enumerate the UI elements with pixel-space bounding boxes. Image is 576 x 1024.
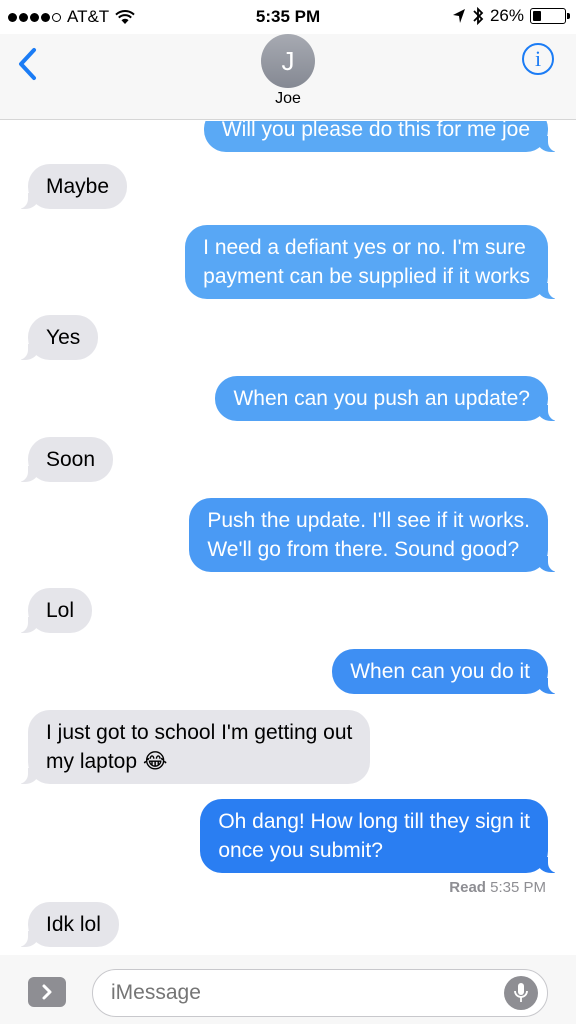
contact-name[interactable]: Joe [0,90,576,108]
microphone-icon [514,983,528,1002]
read-label: Read [449,879,486,896]
location-icon [452,9,465,23]
message-text: Will you please do this for me joe [221,121,530,141]
battery-icon [530,8,570,24]
message-text: When can you do it [350,660,530,683]
microphone-button[interactable] [504,976,538,1010]
message-bubble-incoming[interactable]: I just got to school I'm getting out my … [15,710,371,784]
status-bar: AT&T 5:35 PM 26% [0,0,576,34]
message-text: We'll go from there. Sound good? [207,538,520,561]
message-input[interactable] [92,969,548,1017]
apps-button[interactable] [28,977,66,1007]
message-bubble-outgoing[interactable]: I need a defiant yes or no. I'm sure pay… [185,225,560,299]
message-list[interactable]: Will you please do this for me joe Maybe… [0,121,576,955]
contact-avatar[interactable]: J [261,34,315,88]
message-text: I need a defiant yes or no. I'm sure [203,236,526,259]
message-text: Idk lol [46,913,101,936]
message-text: Soon [46,448,96,471]
status-right: 26% [452,6,570,26]
message-text: Lol [46,599,75,622]
message-bubble-incoming[interactable]: Yes [15,315,99,360]
message-bubble-outgoing[interactable]: Will you please do this for me joe [203,121,561,152]
message-text: payment can be supplied if it works [203,265,530,288]
message-text: my laptop 😂 [46,750,168,773]
bluetooth-icon [473,6,484,26]
battery-fill [533,11,541,21]
read-receipt: Read 5:35 PM [449,879,546,896]
conversation-header: J Joe i [0,34,576,120]
message-text: Oh dang! How long till they sign it [218,810,530,833]
message-text: Maybe [46,175,110,198]
message-bubble-incoming[interactable]: Idk lol [16,902,119,947]
chevron-left-icon [19,48,36,80]
message-bubble-incoming[interactable]: Lol [15,588,93,633]
message-text: Push the update. I'll see if it works. [207,509,530,532]
avatar-initial: J [281,45,295,76]
info-icon: i [534,46,542,71]
message-text: Yes [46,326,81,349]
back-button[interactable] [14,44,44,84]
message-bubble-incoming[interactable]: Soon [15,437,114,482]
battery-tip [567,13,570,19]
chevron-right-icon [42,984,52,1000]
message-bubble-outgoing[interactable]: When can you push an update? [215,376,560,421]
read-time: 5:35 PM [490,879,546,896]
message-bubble-outgoing[interactable]: When can you do it [332,649,560,694]
message-text: When can you push an update? [233,387,530,410]
message-bubble-outgoing[interactable]: Oh dang! How long till they sign it once… [200,799,560,873]
battery-percent: 26% [489,6,524,25]
compose-bar [0,955,576,1024]
message-text: once you submit? [218,839,383,862]
message-bubble-incoming[interactable]: Maybe [15,164,128,209]
message-text: I just got to school I'm getting out [46,721,353,744]
info-button[interactable]: i [522,43,554,75]
message-bubble-outgoing[interactable]: Push the update. I'll see if it works. W… [189,498,560,572]
